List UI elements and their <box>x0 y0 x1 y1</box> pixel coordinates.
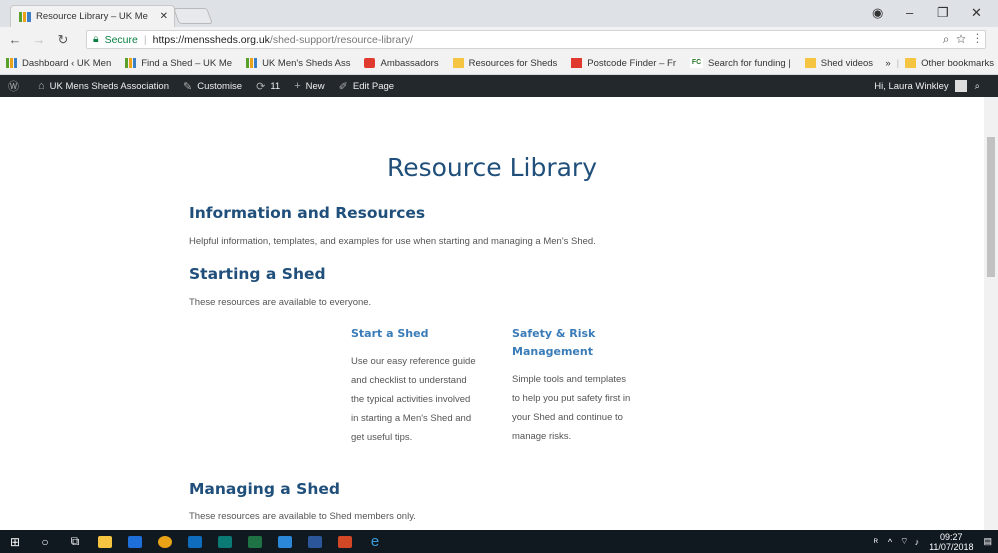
pencil-icon: ✐ <box>338 80 348 93</box>
more-bookmarks-button[interactable]: » <box>885 58 890 69</box>
app-icon[interactable] <box>270 530 300 553</box>
excel-icon[interactable] <box>240 530 270 553</box>
starting-heading: Starting a Shed <box>189 265 326 283</box>
admin-site-name[interactable]: ⌂ UK Mens Sheds Association <box>38 80 169 92</box>
updates-icon: ⟳ <box>256 80 266 93</box>
home-icon: ⌂ <box>38 80 45 92</box>
bars-icon <box>125 58 137 68</box>
scrollbar-thumb[interactable] <box>987 137 995 277</box>
secure-label: Secure <box>104 33 138 46</box>
red-pin-icon <box>364 58 376 68</box>
bookmark-postcode-finder[interactable]: Postcode Finder – Fr <box>571 58 676 69</box>
word-icon[interactable] <box>300 530 330 553</box>
page-title: Resource Library <box>386 153 597 182</box>
plus-icon: + <box>294 80 301 92</box>
site-favicon-icon <box>19 11 31 22</box>
bookmark-resources[interactable]: Resources for Sheds <box>452 58 557 69</box>
forward-icon[interactable]: → <box>30 32 48 47</box>
bookmark-search-funding[interactable]: FC Search for funding | <box>690 58 791 69</box>
restore-icon[interactable]: ❐ <box>937 5 949 21</box>
publisher-icon[interactable] <box>210 530 240 553</box>
profile-icon[interactable]: ◉ <box>872 5 883 21</box>
bookmark-find-shed[interactable]: Find a Shed – UK Me <box>125 58 232 69</box>
info-text: Helpful information, templates, and exam… <box>189 236 596 247</box>
admin-customise[interactable]: ✎ Customise <box>183 80 242 93</box>
tab-title: Resource Library – UK Me <box>36 11 148 22</box>
bookmarks-bar: Dashboard ‹ UK Men Find a Shed – UK Me U… <box>0 52 998 75</box>
bookmark-dashboard[interactable]: Dashboard ‹ UK Men <box>6 58 111 69</box>
safety-risk-description: Simple tools and templates to help you p… <box>512 374 631 442</box>
address-bar[interactable]: 🔒︎ Secure | https://menssheds.org.uk /sh… <box>86 30 986 49</box>
start-shed-description: Use our easy reference guide and checkli… <box>351 356 476 443</box>
people-icon[interactable]: ᴿ <box>874 537 878 547</box>
managing-heading: Managing a Shed <box>189 480 340 498</box>
browser-tab-bar: Resource Library – UK Me ✕ ◉ – ❐ ✕ <box>0 0 998 27</box>
folder-icon <box>452 58 464 68</box>
reload-icon[interactable]: ↻ <box>54 32 72 48</box>
zoom-icon[interactable]: ⌕ <box>943 32 950 46</box>
minimize-icon[interactable]: – <box>906 5 913 20</box>
wp-admin-bar: Ⓦ ⌂ UK Mens Sheds Association ✎ Customise … <box>0 75 998 97</box>
taskbar-clock[interactable]: 09:27 11/07/2018 <box>929 532 973 552</box>
browser-tab[interactable]: Resource Library – UK Me ✕ <box>10 5 175 27</box>
safety-risk-link[interactable]: Safety & Risk Management <box>512 325 595 361</box>
url-path: /shed-support/resource-library/ <box>269 33 413 46</box>
fc-icon: FC <box>690 58 704 68</box>
task-view-icon[interactable]: ⧉ <box>60 530 90 553</box>
menu-icon[interactable]: ⋮ <box>976 32 979 46</box>
cortana-search-icon[interactable]: ○ <box>30 530 60 553</box>
start-shed-link[interactable]: Start a Shed <box>351 325 428 343</box>
admin-edit-page[interactable]: ✐ Edit Page <box>339 80 394 93</box>
bookmark-ambassadors[interactable]: Ambassadors <box>364 58 439 69</box>
file-explorer-icon[interactable] <box>90 530 120 553</box>
outlook-icon[interactable] <box>180 530 210 553</box>
lock-icon: 🔒︎ <box>93 33 99 45</box>
url-host: https://menssheds.org.uk <box>152 33 270 46</box>
bars-icon <box>246 58 258 68</box>
close-window-icon[interactable]: ✕ <box>971 5 982 21</box>
red-cross-icon <box>571 58 583 68</box>
other-bookmarks[interactable]: Other bookmarks <box>905 58 994 69</box>
notifications-icon[interactable]: ▤ <box>983 536 992 547</box>
back-icon[interactable]: ← <box>6 32 24 47</box>
admin-updates[interactable]: ⟳ 11 <box>256 80 280 93</box>
chrome-icon[interactable] <box>150 530 180 553</box>
avatar[interactable] <box>954 80 967 92</box>
wifi-icon[interactable]: ⌔ <box>900 536 908 547</box>
folder-icon <box>905 58 917 68</box>
bookmark-shed-videos[interactable]: Shed videos <box>804 58 873 69</box>
admin-new[interactable]: + New <box>294 80 324 92</box>
brush-icon: ✎ <box>183 80 193 93</box>
close-tab-icon[interactable]: ✕ <box>160 11 168 22</box>
managing-text: These resources are available to Shed me… <box>189 511 416 522</box>
box-app-icon[interactable] <box>120 530 150 553</box>
search-icon[interactable]: ⌕ <box>975 81 980 92</box>
new-tab-button[interactable] <box>173 8 213 24</box>
bookmark-star-icon[interactable]: ☆ <box>956 32 966 46</box>
folder-icon <box>804 58 816 68</box>
bars-icon <box>6 58 17 68</box>
page-content: Resource Library Information and Resourc… <box>0 97 984 530</box>
address-row: ← → ↻ 🔒︎ Secure | https://menssheds.org.… <box>0 27 998 52</box>
starting-text: These resources are available to everyon… <box>189 297 372 308</box>
edge-icon[interactable]: e <box>360 530 390 553</box>
windows-start-icon[interactable]: ⊞ <box>0 530 30 553</box>
admin-greeting[interactable]: Hi, Laura Winkley <box>874 81 948 92</box>
powerpoint-icon[interactable] <box>330 530 360 553</box>
page-scrollbar[interactable] <box>984 97 998 530</box>
info-heading: Information and Resources <box>189 204 426 222</box>
wordpress-logo-icon[interactable]: Ⓦ <box>8 78 24 94</box>
windows-taskbar: ⊞ ○ ⧉ e ᴿ ^ ⌔ ♪ 09:27 11/07/2018 ▤ <box>0 530 998 553</box>
volume-icon[interactable]: ♪ <box>915 537 920 547</box>
bookmark-uk-mens-sheds[interactable]: UK Men's Sheds Ass <box>246 58 350 69</box>
chevron-up-icon[interactable]: ^ <box>888 537 892 547</box>
